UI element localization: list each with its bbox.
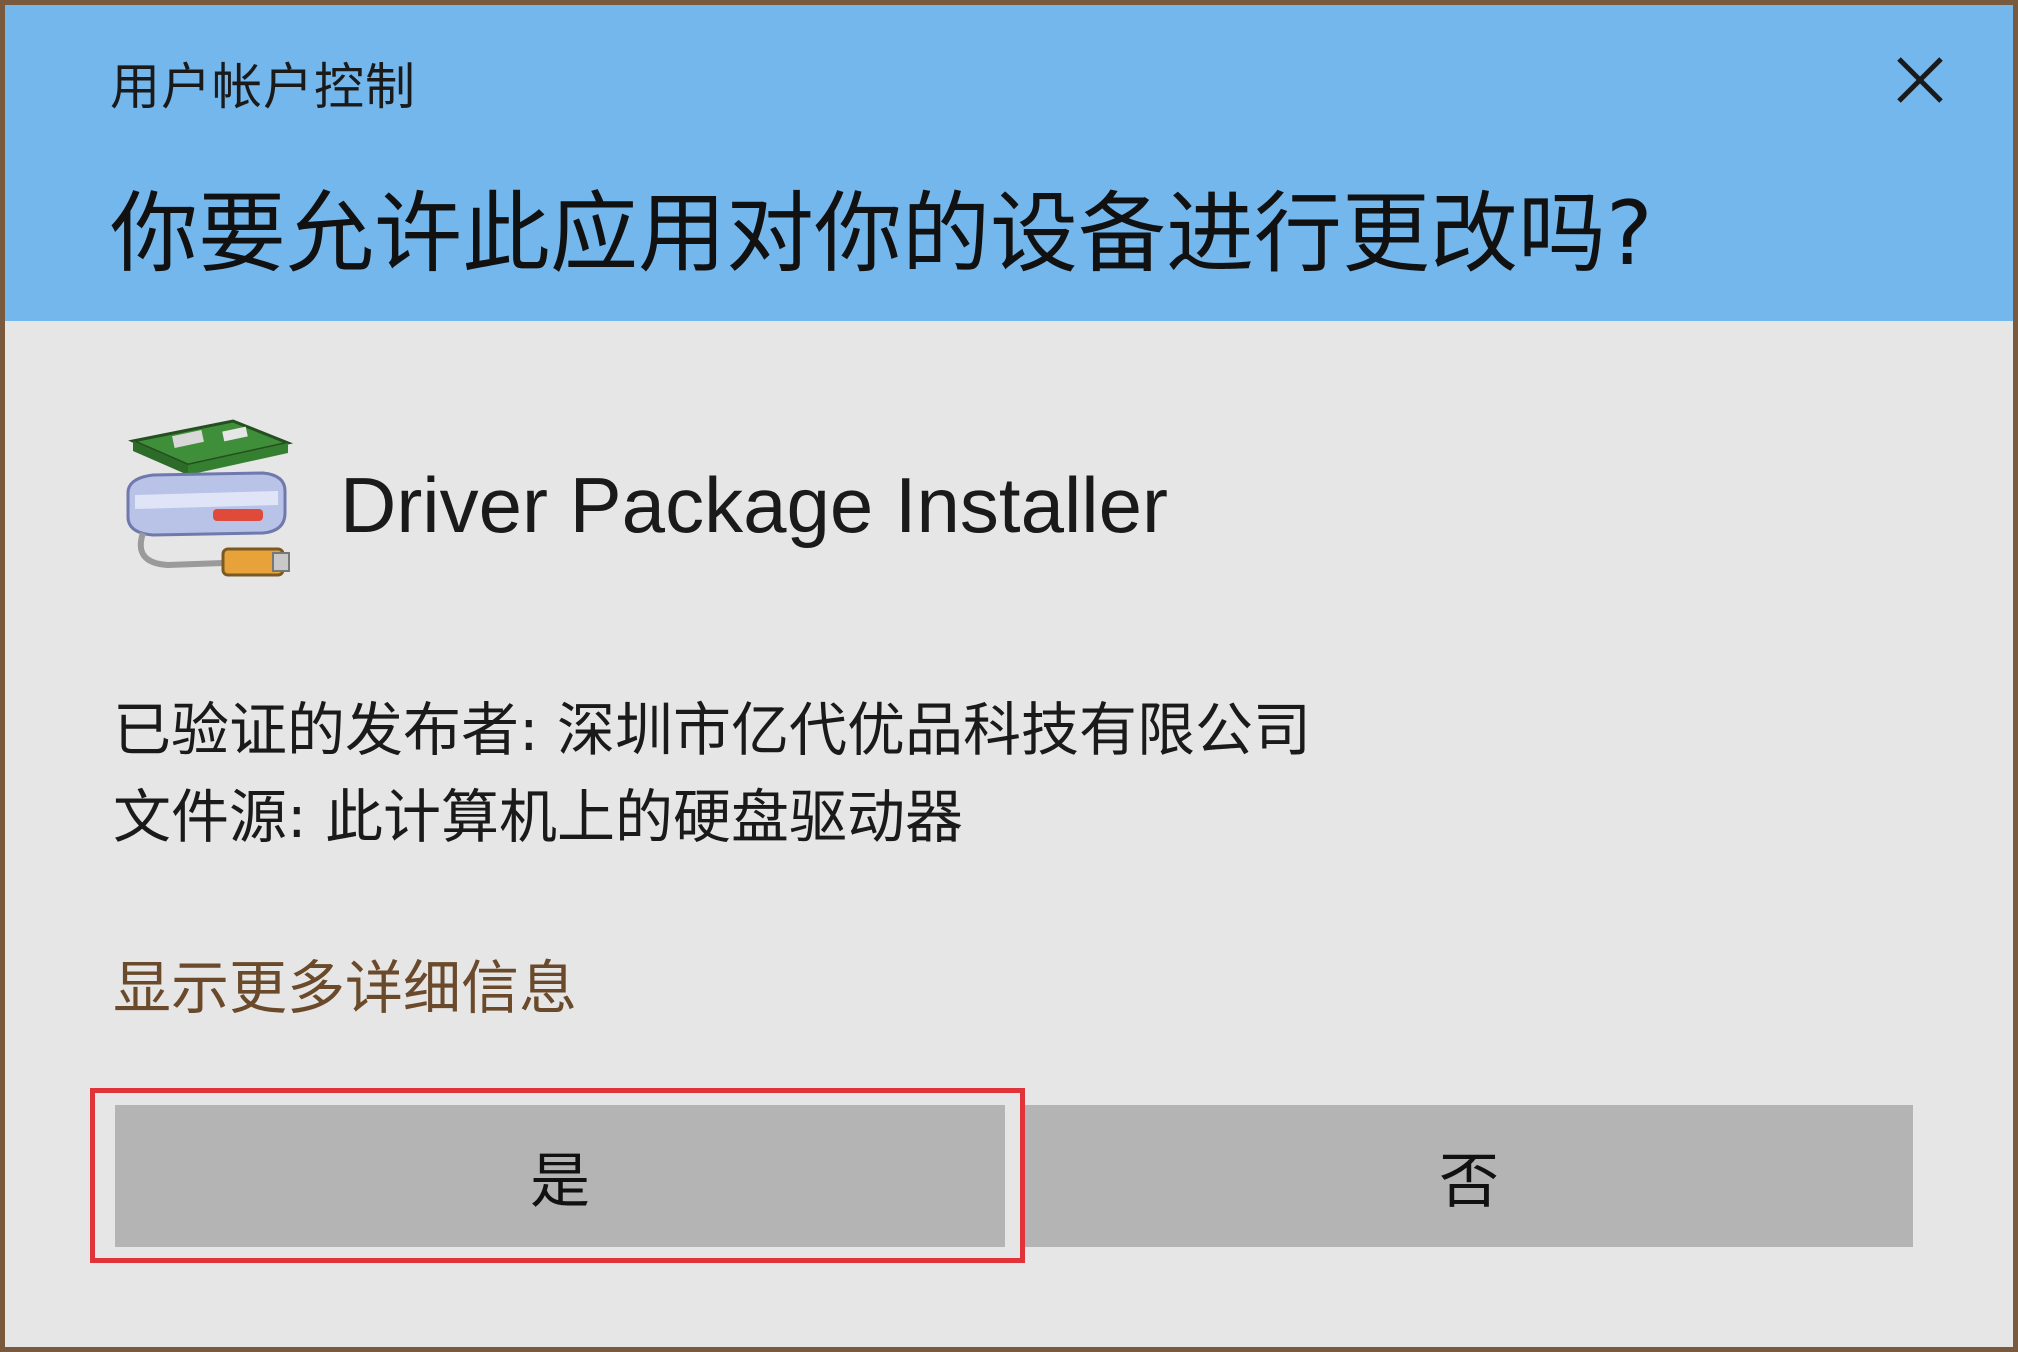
app-name: Driver Package Installer bbox=[340, 461, 1168, 549]
driver-package-icon bbox=[126, 419, 294, 577]
file-source-info: 文件源: 此计算机上的硬盘驱动器 bbox=[113, 783, 963, 851]
no-button[interactable]: 否 bbox=[1025, 1105, 1913, 1247]
dialog-question: 你要允许此应用对你的设备进行更改吗? bbox=[110, 182, 1653, 285]
publisher-info: 已验证的发布者: 深圳市亿代优品科技有限公司 bbox=[113, 696, 1311, 764]
close-icon bbox=[1897, 57, 1943, 103]
uac-dialog: 用户帐户控制 你要允许此应用对你的设备进行更改吗? Driver Package… bbox=[0, 0, 2018, 1352]
yes-button[interactable]: 是 bbox=[115, 1105, 1005, 1247]
dialog-caption: 用户帐户控制 bbox=[110, 58, 416, 116]
show-details-link[interactable]: 显示更多详细信息 bbox=[113, 941, 577, 1025]
close-button[interactable] bbox=[1885, 45, 1955, 115]
dialog-header: 用户帐户控制 你要允许此应用对你的设备进行更改吗? bbox=[5, 5, 2013, 321]
